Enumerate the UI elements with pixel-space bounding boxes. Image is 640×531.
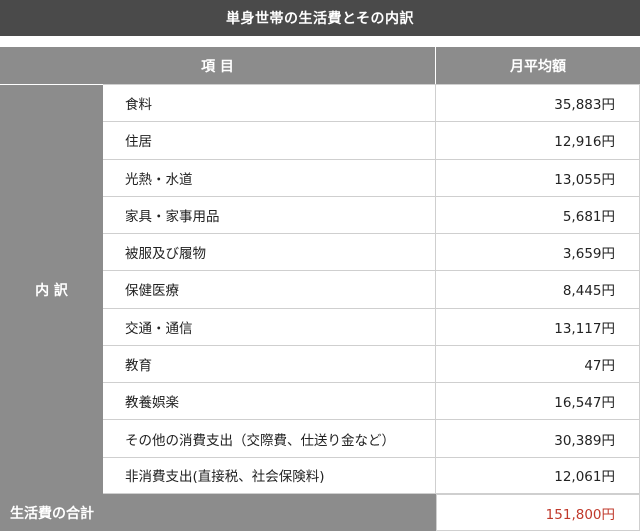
table-row: 非消費支出(直接税、社会保険料) 12,061円 [103, 456, 640, 494]
total-amount: 151,800円 [436, 494, 640, 531]
row-amount: 12,916円 [436, 122, 640, 159]
row-name: 住居 [103, 122, 436, 159]
table-row: 光熱・水道 13,055円 [103, 158, 640, 196]
row-amount: 47円 [436, 345, 640, 383]
row-name: 家具・家事用品 [103, 196, 436, 234]
table-row: 被服及び履物 3,659円 [103, 233, 640, 271]
table-row: その他の消費支出（交際費、仕送り金など） 30,389円 [103, 419, 640, 457]
row-amount: 30,389円 [436, 420, 640, 457]
table-row: 教育 47円 [103, 344, 640, 383]
row-name: 教養娯楽 [103, 383, 436, 420]
row-name: 光熱・水道 [103, 159, 436, 196]
row-amount: 12,061円 [436, 457, 640, 493]
page-title: 単身世帯の生活費とその内訳 [0, 0, 640, 36]
row-name: 非消費支出(直接税、社会保険料) [103, 457, 436, 493]
living-cost-table: 項 目 月平均額 内 訳 食料 35,883円 住居 12,916円 光熱・水道… [0, 47, 640, 531]
row-amount: 3,659円 [436, 234, 640, 271]
row-name: 被服及び履物 [103, 234, 436, 271]
row-amount: 5,681円 [436, 196, 640, 234]
total-label: 生活費の合計 [0, 494, 436, 531]
row-amount: 13,055円 [436, 159, 640, 196]
table-row: 交通・通信 13,117円 [103, 307, 640, 345]
row-name: その他の消費支出（交際費、仕送り金など） [103, 420, 436, 457]
table-row: 住居 12,916円 [103, 121, 640, 159]
table-row: 食料 35,883円 [103, 84, 640, 122]
breakdown-label: 内 訳 [0, 84, 103, 494]
row-name: 教育 [103, 345, 436, 383]
row-amount: 35,883円 [436, 85, 640, 122]
row-amount: 16,547円 [436, 383, 640, 420]
row-name: 交通・通信 [103, 308, 436, 345]
table-row: 保健医療 8,445円 [103, 270, 640, 308]
row-amount: 13,117円 [436, 308, 640, 345]
breakdown-rows: 食料 35,883円 住居 12,916円 光熱・水道 13,055円 家具・家… [103, 84, 640, 494]
header-amount: 月平均額 [436, 47, 640, 84]
row-amount: 8,445円 [436, 271, 640, 308]
total-row: 生活費の合計 151,800円 [0, 494, 640, 531]
row-name: 保健医療 [103, 271, 436, 308]
table-row: 家具・家事用品 5,681円 [103, 195, 640, 234]
header-item: 項 目 [0, 47, 436, 84]
row-name: 食料 [103, 85, 436, 122]
table-row: 教養娯楽 16,547円 [103, 382, 640, 420]
